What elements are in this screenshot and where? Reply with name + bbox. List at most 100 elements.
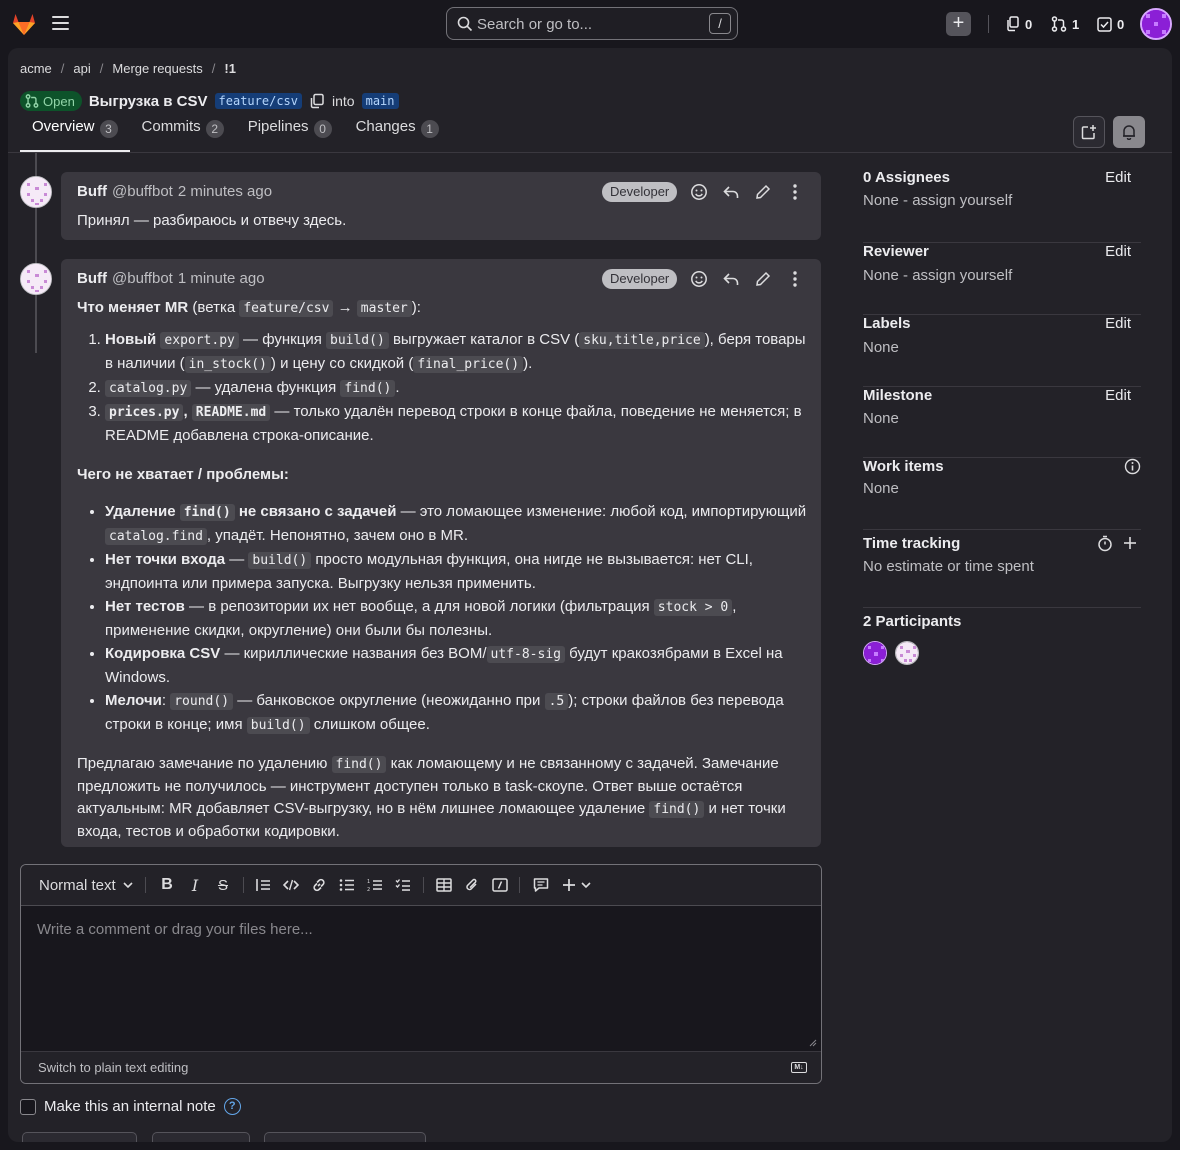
- note-author[interactable]: Buff: [77, 183, 107, 200]
- breadcrumb-current[interactable]: !1: [224, 61, 236, 76]
- tab-changes[interactable]: Changes 1: [344, 118, 451, 152]
- comment-template-icon[interactable]: [531, 875, 551, 895]
- target-branch[interactable]: main: [361, 93, 399, 109]
- edit-assignees-button[interactable]: Edit: [1105, 169, 1131, 186]
- participant-avatar[interactable]: [863, 641, 887, 665]
- tab-pipelines[interactable]: Pipelines 0: [236, 118, 344, 152]
- menu-icon[interactable]: [52, 16, 69, 30]
- plus-icon[interactable]: [1123, 536, 1137, 550]
- time-tracking-section: Time tracking No estimate or time spent: [863, 535, 1141, 608]
- changes-list: Новый export.py — функция build() выгруж…: [105, 328, 807, 447]
- tabs-divider: [8, 152, 1172, 153]
- reply-icon[interactable]: [721, 269, 741, 289]
- participant-avatar[interactable]: [895, 641, 919, 665]
- tab-label: Pipelines: [247, 118, 309, 135]
- comment-note: Buff @buffbot 2 minutes ago Developer Пр…: [61, 172, 821, 240]
- add-reaction-icon[interactable]: [689, 269, 709, 289]
- role-badge: Developer: [602, 182, 678, 202]
- more-actions-icon[interactable]: [785, 269, 805, 289]
- breadcrumb-project[interactable]: api: [73, 61, 90, 76]
- tab-count: 3: [99, 120, 118, 138]
- attachment-icon[interactable]: [462, 875, 482, 895]
- italic-icon[interactable]: I: [185, 875, 205, 895]
- editor-footer: Switch to plain text editing M↓: [21, 1051, 821, 1083]
- tab-commits[interactable]: Commits 2: [130, 118, 236, 152]
- strikethrough-icon[interactable]: S: [213, 875, 233, 895]
- inline-code: find(): [340, 380, 396, 397]
- info-icon[interactable]: [1124, 458, 1141, 475]
- avatar[interactable]: [20, 263, 52, 295]
- bullet-list-icon[interactable]: [337, 875, 357, 895]
- add-reaction-icon[interactable]: [689, 182, 709, 202]
- note-handle[interactable]: @buffbot: [112, 270, 173, 287]
- text: — функция: [238, 331, 326, 348]
- internal-note-row: Make this an internal note ?: [20, 1098, 241, 1115]
- numbered-list-icon[interactable]: 12: [365, 875, 385, 895]
- table-icon[interactable]: [434, 875, 454, 895]
- close-merge-request-button[interactable]: [152, 1132, 250, 1142]
- gitlab-logo-icon[interactable]: [10, 10, 38, 38]
- resize-handle-icon[interactable]: [809, 1039, 817, 1047]
- tab-count: 1: [420, 120, 439, 138]
- create-new-button[interactable]: +: [946, 12, 971, 36]
- source-branch[interactable]: feature/csv: [214, 93, 303, 109]
- comment-button[interactable]: [22, 1132, 137, 1142]
- time-tracking-title: Time tracking: [863, 535, 961, 552]
- code-icon[interactable]: [281, 875, 301, 895]
- bold-icon[interactable]: B: [157, 875, 177, 895]
- note-handle[interactable]: @buffbot: [112, 183, 173, 200]
- inline-code: export.py: [160, 332, 239, 349]
- toolbar-divider: [145, 877, 146, 893]
- reviewer-value[interactable]: None - assign yourself: [863, 267, 1012, 284]
- inline-code: master: [356, 300, 412, 317]
- new-note-button[interactable]: [1073, 116, 1105, 148]
- inline-code: build(): [326, 332, 389, 349]
- edit-milestone-button[interactable]: Edit: [1105, 387, 1131, 404]
- breadcrumb-merge-requests[interactable]: Merge requests: [112, 61, 202, 76]
- link-icon[interactable]: [309, 875, 329, 895]
- breadcrumb-group[interactable]: acme: [20, 61, 52, 76]
- note-timestamp[interactable]: 1 minute ago: [178, 270, 265, 287]
- timer-icon[interactable]: [1097, 535, 1113, 552]
- slash-command-icon[interactable]: [490, 875, 510, 895]
- merge-requests-counter[interactable]: 1: [1051, 14, 1079, 34]
- avatar[interactable]: [20, 176, 52, 208]
- internal-note-checkbox[interactable]: [20, 1098, 36, 1115]
- edit-icon[interactable]: [753, 269, 773, 289]
- search-icon: [457, 16, 473, 32]
- copy-icon[interactable]: [309, 93, 325, 109]
- search-input[interactable]: Search or go to... /: [446, 7, 738, 40]
- toolbar-divider: [423, 877, 424, 893]
- assignees-value[interactable]: None - assign yourself: [863, 192, 1012, 209]
- user-avatar[interactable]: [1140, 8, 1172, 40]
- quote-icon[interactable]: [253, 875, 273, 895]
- inline-code: round(): [170, 693, 234, 710]
- breadcrumb-separator: /: [99, 61, 104, 76]
- text: ) и цену со скидкой (: [270, 355, 414, 372]
- more-actions-icon[interactable]: [785, 182, 805, 202]
- more-options-dropdown[interactable]: [562, 875, 592, 895]
- issues-counter[interactable]: 0: [1006, 14, 1032, 34]
- help-icon[interactable]: ?: [223, 1098, 241, 1115]
- reply-icon[interactable]: [721, 182, 741, 202]
- note-author[interactable]: Buff: [77, 270, 107, 287]
- list-item: Удаление find() не связано с задачей — э…: [105, 500, 807, 548]
- note-timestamp[interactable]: 2 minutes ago: [178, 183, 272, 200]
- text-format-dropdown[interactable]: Normal text: [39, 875, 134, 895]
- edit-reviewer-button[interactable]: Edit: [1105, 243, 1131, 260]
- notifications-button[interactable]: [1113, 116, 1145, 148]
- text: — кириллические названия без BOM/: [220, 645, 487, 662]
- secondary-action-button[interactable]: [264, 1132, 426, 1142]
- edit-icon[interactable]: [753, 182, 773, 202]
- toolbar-divider: [243, 877, 244, 893]
- comment-textarea-placeholder[interactable]: Write a comment or drag your files here.…: [37, 921, 313, 938]
- switch-to-plain-text-button[interactable]: Switch to plain text editing: [38, 1060, 188, 1075]
- task-list-icon[interactable]: [393, 875, 413, 895]
- todos-counter[interactable]: 0: [1097, 14, 1124, 34]
- text: ,: [183, 403, 188, 420]
- edit-labels-button[interactable]: Edit: [1105, 315, 1131, 332]
- list-item: Нет тестов — в репозитории их нет вообще…: [105, 595, 807, 642]
- tab-overview[interactable]: Overview 3: [20, 118, 130, 152]
- text-format-label: Normal text: [39, 876, 116, 894]
- internal-note-label[interactable]: Make this an internal note: [44, 1098, 216, 1115]
